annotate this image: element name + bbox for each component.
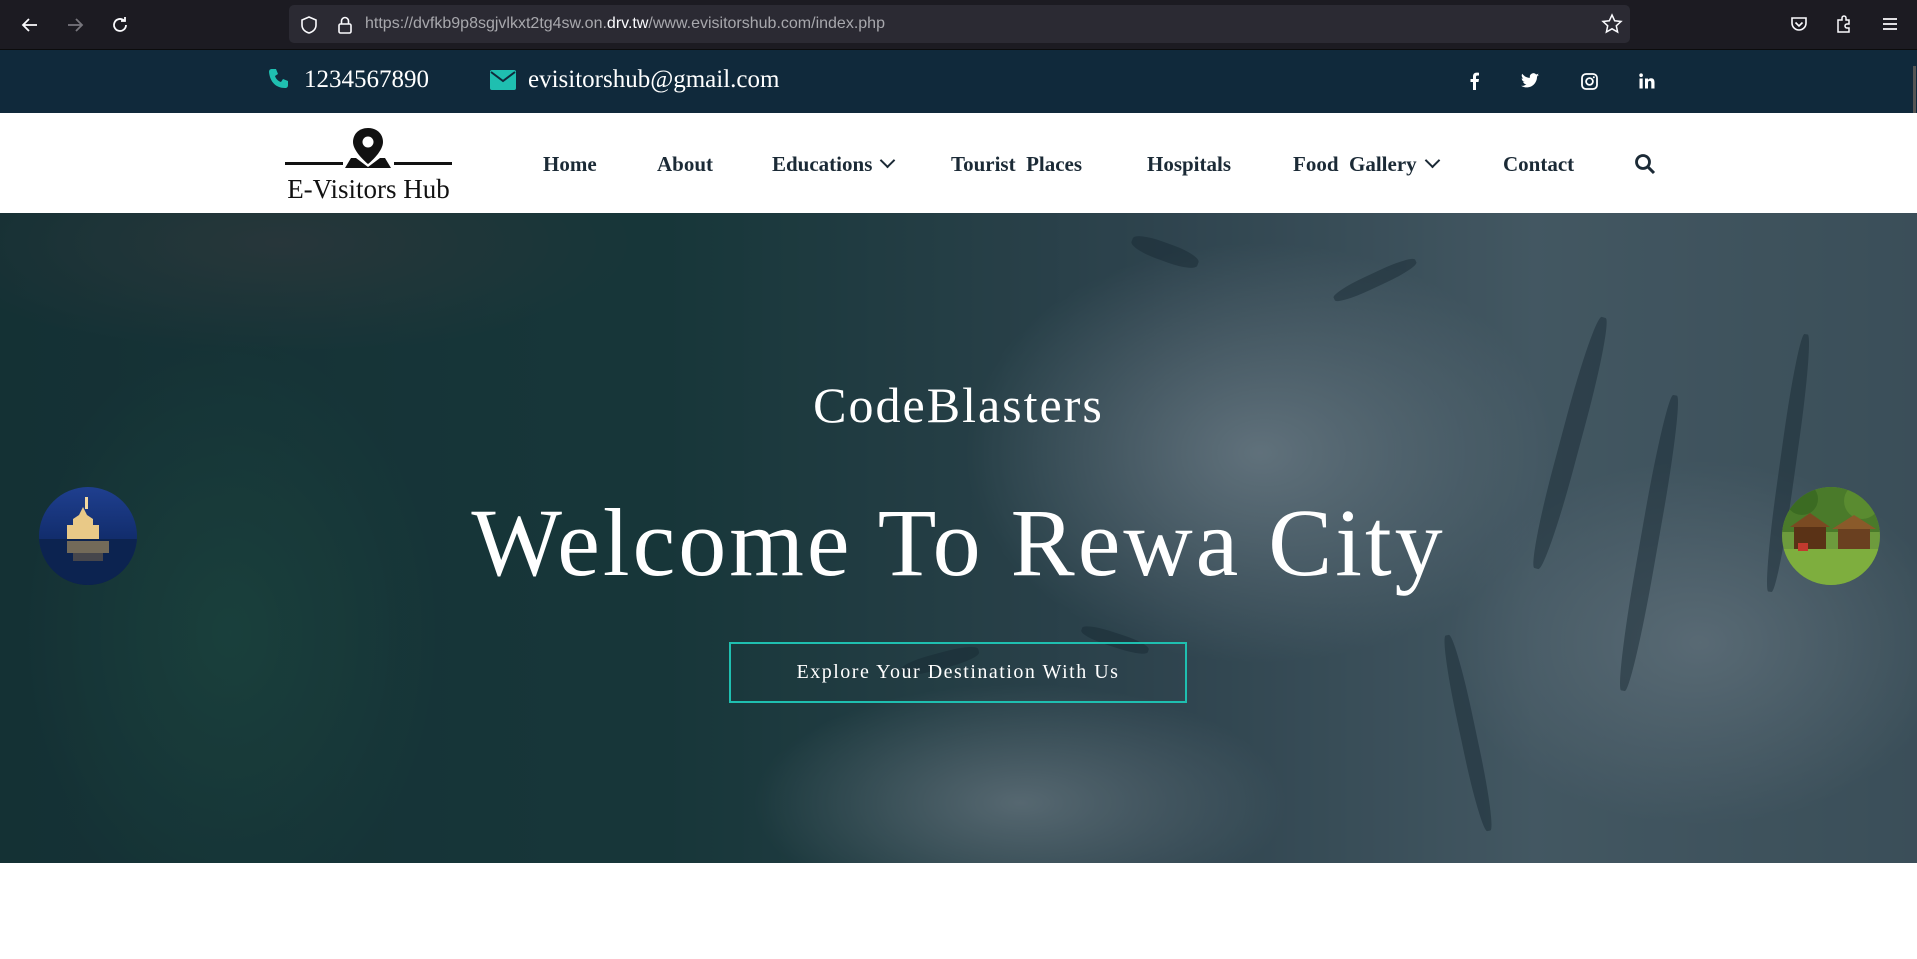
garden-gazebo-image xyxy=(1782,487,1880,585)
url-suffix: /www.evisitorshub.com/index.php xyxy=(648,15,885,32)
chevron-down-icon xyxy=(880,152,896,169)
url-text[interactable]: https://dvfkb9p8sgjvlkxt2tg4sw.on.drv.tw… xyxy=(365,15,885,33)
url-domain: drv.tw xyxy=(606,15,649,32)
nav-educations-label: Educations xyxy=(772,152,873,176)
nav-hospitals[interactable]: Hospitals xyxy=(1147,152,1231,177)
hero-title: Welcome To Rewa City xyxy=(471,489,1446,596)
forward-icon[interactable] xyxy=(62,12,88,38)
back-icon[interactable] xyxy=(17,12,43,38)
instagram-icon[interactable] xyxy=(1578,70,1600,92)
email-address[interactable]: evisitorshub@gmail.com xyxy=(528,66,779,94)
hero-subtitle: CodeBlasters xyxy=(813,377,1104,433)
explore-destination-button[interactable]: Explore Your Destination With Us xyxy=(729,642,1187,703)
nav-home[interactable]: Home xyxy=(543,152,597,177)
phone-number[interactable]: 1234567890 xyxy=(304,66,429,94)
lock-icon[interactable] xyxy=(333,13,357,37)
phone-icon xyxy=(266,66,292,92)
twitter-icon[interactable] xyxy=(1519,70,1541,92)
bookmark-star-icon[interactable] xyxy=(1600,12,1624,36)
search-icon[interactable] xyxy=(1633,152,1657,176)
prev-slide-thumbnail[interactable] xyxy=(39,487,137,585)
facebook-icon[interactable] xyxy=(1463,70,1485,92)
shield-icon[interactable] xyxy=(297,13,321,37)
chevron-down-icon xyxy=(1424,152,1440,169)
url-prefix: https://dvfkb9p8sgjvlkxt2tg4sw.on. xyxy=(365,15,607,32)
hero-banner: CodeBlasters Welcome To Rewa City Explor… xyxy=(0,213,1917,863)
temple-night-image xyxy=(39,487,137,585)
map-pin-logo-icon xyxy=(285,128,452,168)
site-logo[interactable]: E-Visitors Hub xyxy=(267,118,470,208)
nav-food-gallery-label: Food Gallery xyxy=(1293,152,1417,176)
nav-food-gallery[interactable]: Food Gallery xyxy=(1293,152,1440,177)
next-slide-thumbnail[interactable] xyxy=(1782,487,1880,585)
logo-text: E-Visitors Hub xyxy=(287,174,450,204)
envelope-icon xyxy=(490,69,516,91)
reload-icon[interactable] xyxy=(107,12,133,38)
nav-tourist-places[interactable]: Tourist Places xyxy=(951,152,1082,177)
menu-icon[interactable] xyxy=(1878,12,1902,36)
nav-educations[interactable]: Educations xyxy=(772,152,896,177)
extensions-icon[interactable] xyxy=(1832,12,1856,36)
linkedin-icon[interactable] xyxy=(1636,70,1658,92)
pocket-icon[interactable] xyxy=(1787,12,1811,36)
browser-toolbar: https://dvfkb9p8sgjvlkxt2tg4sw.on.drv.tw… xyxy=(0,0,1917,50)
nav-about[interactable]: About xyxy=(657,152,713,177)
nav-contact[interactable]: Contact xyxy=(1503,152,1574,177)
